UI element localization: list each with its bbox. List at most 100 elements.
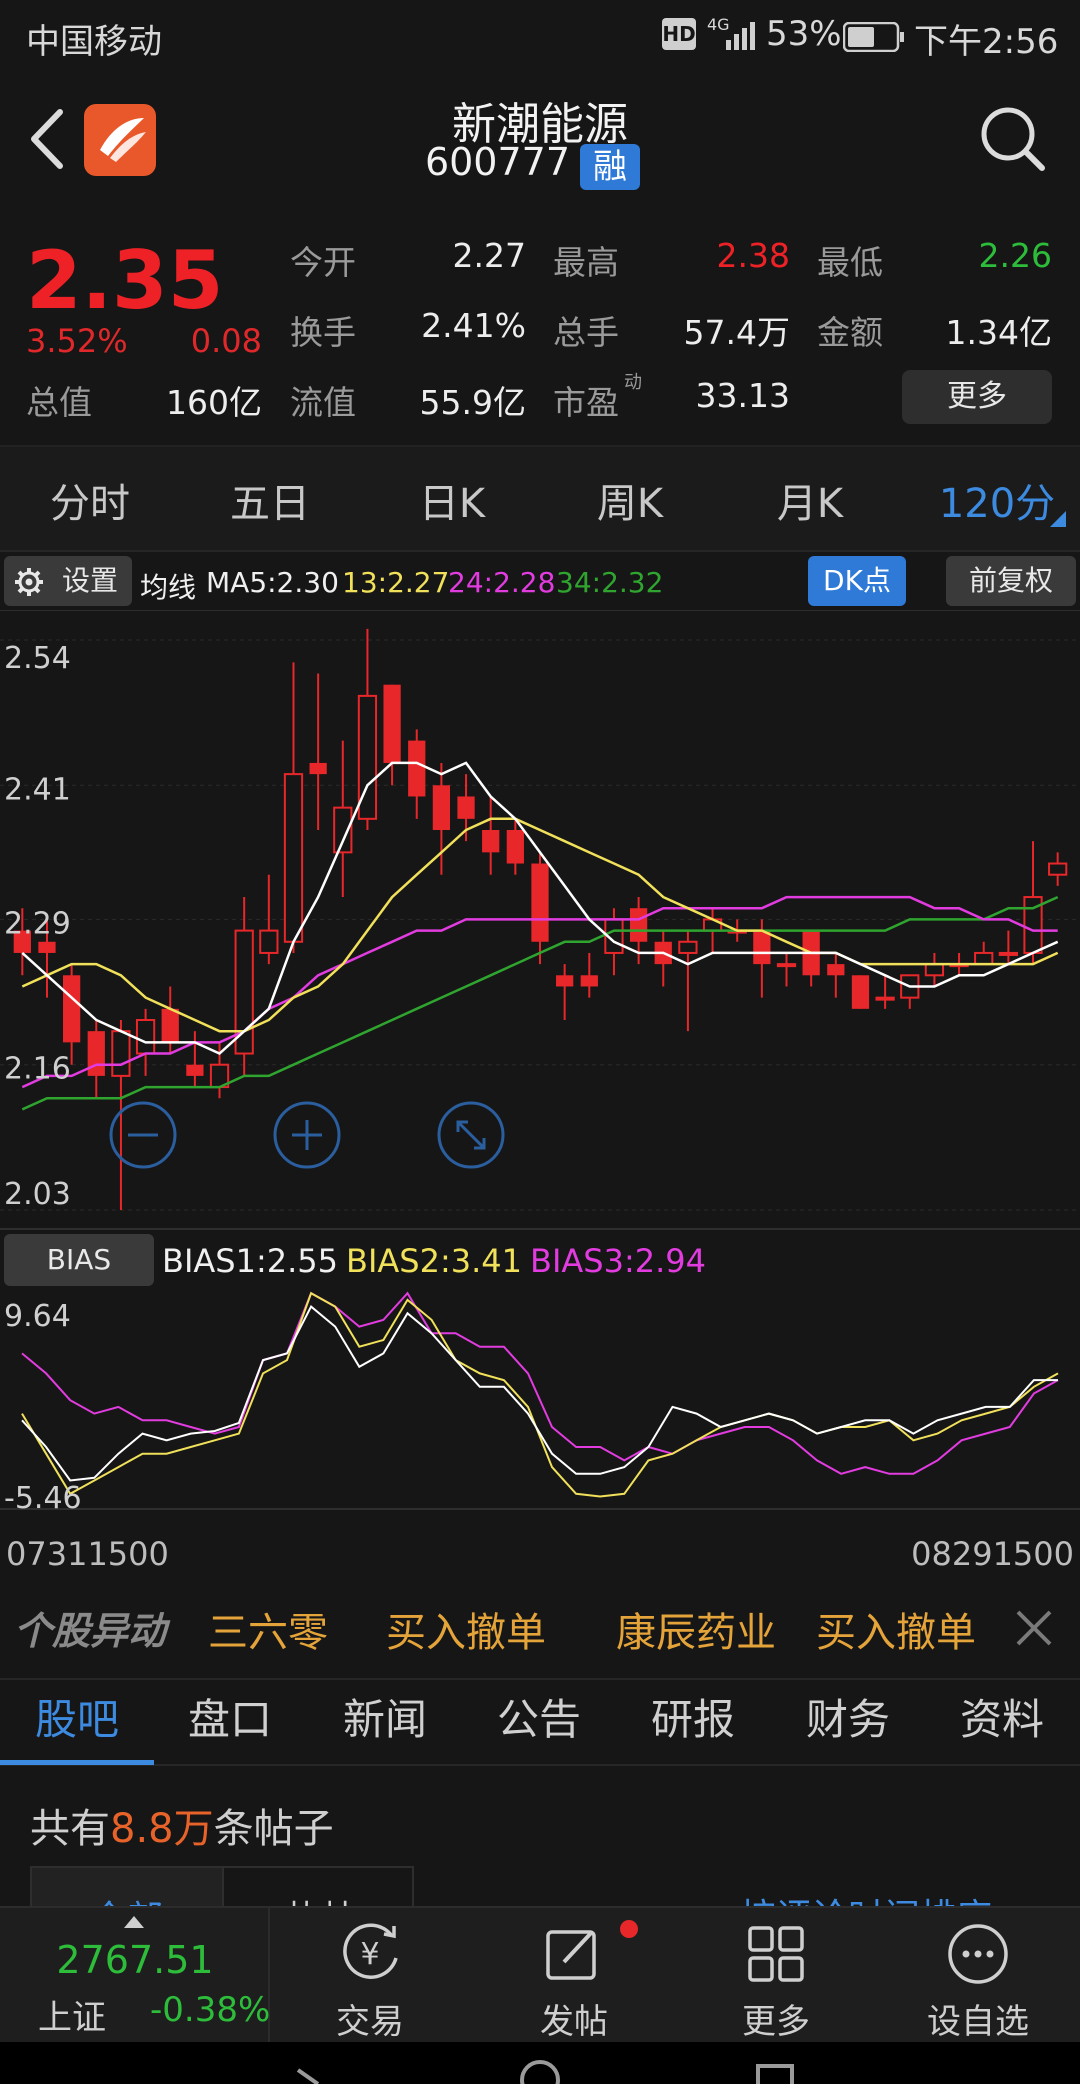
open-label: 今开 — [290, 243, 356, 282]
nav-add-watchlist[interactable]: 设自选 — [878, 1908, 1078, 2044]
turnover-value: 2.41% — [421, 306, 526, 345]
tab-daily-k[interactable]: 日K — [387, 471, 517, 529]
tab-weekly-k[interactable]: 周K — [565, 471, 695, 529]
system-back-icon[interactable] — [288, 2060, 328, 2084]
nav-trade[interactable]: ¥ 交易 — [270, 1908, 470, 2044]
low-value: 2.26 — [978, 236, 1052, 275]
nav-more[interactable]: 更多 — [676, 1908, 876, 2044]
candle-body — [432, 785, 451, 830]
tab-minute[interactable]: 分时 — [25, 471, 155, 529]
ma5-value: MA5:2.30 — [206, 566, 339, 599]
tab-monthly-k[interactable]: 月K — [745, 471, 875, 529]
bias3-value: BIAS3:2.94 — [530, 1242, 706, 1280]
turnover-label: 换手 — [290, 313, 356, 352]
low-label: 最低 — [817, 243, 883, 282]
settings-button[interactable]: 设置 — [4, 556, 132, 606]
candle-body — [776, 963, 797, 968]
candle-body — [875, 996, 895, 1001]
system-recents-icon[interactable] — [752, 2060, 800, 2084]
candle-body — [38, 941, 56, 953]
total-value-label: 总值 — [26, 383, 92, 422]
chevron-up-icon — [124, 1916, 144, 1928]
system-home-icon[interactable] — [516, 2056, 564, 2084]
index-widget[interactable]: 2767.51 上证 -0.38% — [0, 1908, 270, 2044]
tab-order-book[interactable]: 盘口 — [165, 1686, 295, 1747]
tab-profile[interactable]: 资料 — [937, 1686, 1067, 1747]
candle-body — [851, 975, 870, 1009]
filter-hot-label: 热帖 — [226, 1890, 412, 1906]
tab-news[interactable]: 新闻 — [320, 1686, 450, 1747]
ticker-item[interactable]: 买入撤单 — [386, 1600, 546, 1658]
candle-body — [506, 830, 524, 864]
candle-body — [482, 830, 500, 853]
date-axis: 07311500 08291500 — [0, 1515, 1080, 1590]
settings-label: 设置 — [61, 564, 118, 597]
nav-post[interactable]: 发帖 — [474, 1908, 674, 2044]
more-button[interactable]: 更多 — [902, 370, 1052, 424]
ticker-item[interactable]: 康辰药业 — [616, 1600, 776, 1658]
back-arrow-icon[interactable] — [24, 104, 68, 174]
system-nav-bar — [0, 2042, 1080, 2084]
candle-body — [63, 975, 81, 1043]
zoom-out-icon[interactable] — [108, 1100, 178, 1170]
clock: 下午2:56 — [914, 22, 1059, 62]
tab-announcements[interactable]: 公告 — [474, 1686, 604, 1747]
fullscreen-icon[interactable] — [436, 1100, 506, 1170]
nav-add-watchlist-label: 设自选 — [927, 2002, 1029, 2042]
candle-body — [580, 975, 598, 987]
bias3-line — [21, 1291, 1059, 1475]
high-label: 最高 — [553, 243, 619, 282]
y-tick-label: 2.16 — [4, 1052, 71, 1087]
adjust-button[interactable]: 前复权 — [946, 556, 1076, 606]
tab-five-day[interactable]: 五日 — [205, 471, 335, 529]
ma24-value: 24:2.28 — [448, 566, 556, 599]
filter-hot-button[interactable]: 热帖 — [226, 1868, 412, 1906]
y-tick-label: 2.54 — [4, 641, 71, 676]
ticker-item[interactable]: 三六零 — [208, 1600, 328, 1658]
period-tabs: 分时 五日 日K 周K 月K 120分 — [0, 447, 1080, 552]
close-icon[interactable] — [1014, 1608, 1054, 1648]
stock-header: 新潮能源 600777 融 — [0, 72, 1080, 222]
candle-body — [87, 1031, 105, 1076]
candle-body — [974, 951, 994, 966]
change-percent: 3.52% — [26, 322, 128, 360]
candle-body — [531, 863, 549, 942]
float-value: 55.9亿 — [419, 383, 526, 422]
tab-guba[interactable]: 股吧 — [12, 1686, 142, 1747]
candlestick-chart[interactable]: 2.54 2.41 2.29 2.16 2.03 — [0, 609, 1080, 1230]
ticker-item[interactable]: 买入撤单 — [816, 1600, 976, 1658]
ma13-value: 13:2.27 — [342, 566, 450, 599]
current-price: 2.35 — [26, 234, 224, 327]
candle-body — [111, 1030, 131, 1077]
bias2-line — [21, 1291, 1059, 1498]
hd-icon: HD — [662, 18, 696, 50]
total-value: 160亿 — [166, 383, 262, 422]
signal-icon — [726, 22, 755, 50]
search-icon[interactable] — [978, 104, 1048, 174]
bias-chart[interactable]: 9.64 -5.46 — [0, 1288, 1080, 1516]
more-dots-icon — [948, 1924, 1008, 1984]
index-name: 上证 — [38, 1998, 106, 2038]
zoom-in-icon[interactable] — [272, 1100, 342, 1170]
quote-panel: 2.35 3.52% 0.08 总值 160亿 今开 2.27 最高 2.38 … — [0, 222, 1080, 447]
grid-icon — [748, 1926, 804, 1982]
tab-research[interactable]: 研报 — [628, 1686, 758, 1747]
high-value: 2.38 — [716, 236, 790, 275]
edit-icon — [546, 1930, 596, 1980]
amount-value: 1.34亿 — [945, 313, 1052, 352]
posts-section: 共有8.8万条帖子 全部 热帖 按评论时间排序 — [0, 1766, 1080, 1906]
post-count-suffix: 条帖子 — [213, 1806, 334, 1852]
candle-body — [383, 684, 401, 763]
trade-icon: ¥ — [343, 1923, 398, 1979]
sort-option[interactable]: 按评论时间排序 — [700, 1866, 1060, 1906]
filter-all-button[interactable]: 全部 — [32, 1868, 224, 1906]
nav-trade-label: 交易 — [336, 2002, 404, 2042]
tab-finance[interactable]: 财务 — [783, 1686, 913, 1747]
bias1-value: BIAS1:2.55 — [162, 1242, 338, 1280]
bias-button[interactable]: BIAS — [4, 1234, 154, 1286]
dk-point-button[interactable]: DK点 — [808, 556, 906, 606]
content-tabs: 股吧 盘口 新闻 公告 研报 财务 资料 — [0, 1662, 1080, 1766]
post-count-line: 共有8.8万条帖子 — [30, 1796, 334, 1854]
volume-label: 总手 — [553, 313, 619, 352]
candle-body — [186, 1064, 204, 1076]
